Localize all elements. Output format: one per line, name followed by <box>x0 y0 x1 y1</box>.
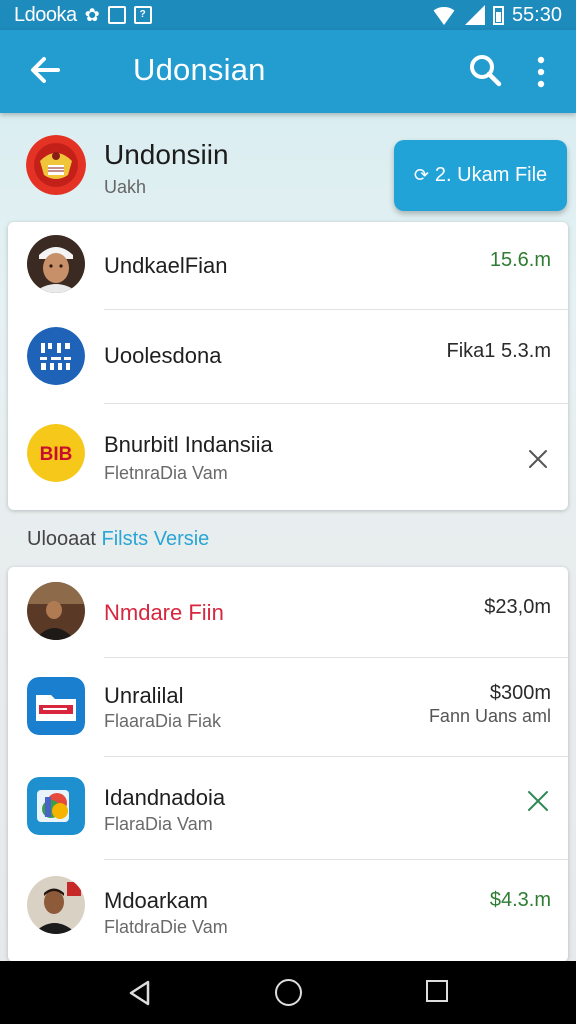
list-item[interactable]: BIB Bnurbitl Indansiia FletnraDia Vam <box>8 404 568 510</box>
search-icon[interactable] <box>468 53 502 87</box>
list-item-title: Nmdare Fiin <box>104 600 224 625</box>
folder-app-icon <box>27 677 85 735</box>
section-label: Ulooaat Filsts Versie <box>27 528 209 551</box>
list-item[interactable]: Uoolesdona Fika1 5.3.m <box>8 310 568 403</box>
more-vert-icon[interactable] <box>530 54 552 90</box>
section-label-accent: Filsts Versie <box>101 528 210 550</box>
section-label-prefix: Ulooaat <box>27 528 96 550</box>
signal-icon <box>464 5 485 25</box>
status-app-name: Ldooka <box>14 3 77 26</box>
photos-app-icon <box>27 777 85 835</box>
person-avatar <box>27 235 85 293</box>
close-icon[interactable] <box>526 789 550 813</box>
battery-icon <box>492 5 504 25</box>
list-item-subtitle: FlaraDia Vam <box>104 814 213 834</box>
list-item[interactable]: Unralilal FlaaraDia Fiak $300m Fann Uans… <box>8 658 568 756</box>
app-logo-icon <box>27 327 85 385</box>
list-item-subtitle: FlaaraDia Fiak <box>104 711 222 731</box>
list-item-size: $23,0m <box>484 596 551 618</box>
list-item-title: Uoolesdona <box>104 343 222 368</box>
nav-recents-icon[interactable] <box>426 980 448 1002</box>
close-icon[interactable] <box>526 447 550 471</box>
back-arrow-icon[interactable] <box>28 50 64 90</box>
list-item-title: UndkaelFian <box>104 253 228 278</box>
image-icon <box>107 6 126 24</box>
emblem-avatar <box>26 135 86 195</box>
status-time: 55:30 <box>511 3 562 26</box>
gallery-icon: ✿ <box>84 4 100 25</box>
list-item-title: Mdoarkam <box>104 888 208 913</box>
yellow-logo-icon: BIB <box>27 424 85 482</box>
wifi-icon <box>430 7 457 25</box>
nav-home-icon[interactable] <box>275 979 302 1006</box>
upload-button-label: 2. Ukam File <box>434 164 548 186</box>
list-item-detail: Fann Uans aml <box>428 706 551 726</box>
file-list-card: Nmdare Fiin $23,0m Unralilal FlaaraDia F… <box>8 567 568 962</box>
app-bar-title: Udonsian <box>133 52 266 87</box>
list-item-subtitle: FletnraDia Vam <box>104 463 228 483</box>
navigation-bar <box>0 961 576 1024</box>
upload-icon: ⟳ <box>413 165 429 185</box>
list-item[interactable]: Nmdare Fiin $23,0m <box>8 567 568 657</box>
svg-text:BIB: BIB <box>40 444 73 465</box>
person-avatar <box>27 582 85 640</box>
list-item-subtitle: FlatdraDie Vam <box>104 917 228 937</box>
person-avatar <box>27 876 85 934</box>
list-item-title: Idandnadoia <box>104 785 226 810</box>
list-item[interactable]: Idandnadoia FlaraDia Vam <box>8 757 568 859</box>
list-item[interactable]: UndkaelFian 15.6.m <box>8 222 568 309</box>
status-bar: Ldooka ✿ ? 55:30 <box>0 0 576 30</box>
header-subtitle: Uakh <box>104 177 147 197</box>
list-item-title: Bnurbitl Indansiia <box>104 432 273 457</box>
upload-file-button[interactable]: ⟳ 2. Ukam File <box>394 140 567 211</box>
app-bar: Udonsian <box>0 30 576 113</box>
notification-icon: ? <box>133 6 152 24</box>
list-item-size: $300m <box>489 682 551 704</box>
header-title: Undonsiin <box>104 139 229 170</box>
list-item-size: Fika1 5.3.m <box>446 340 551 362</box>
list-item-size: 15.6.m <box>489 249 551 271</box>
nav-back-icon[interactable] <box>126 979 154 1007</box>
file-list-card: UndkaelFian 15.6.m Uoolesdona Fika1 5.3.… <box>8 222 568 510</box>
list-item-title: Unralilal <box>104 683 184 708</box>
list-item-size: $4.3.m <box>489 889 551 911</box>
list-item[interactable]: Mdoarkam FlatdraDie Vam $4.3.m <box>8 860 568 962</box>
